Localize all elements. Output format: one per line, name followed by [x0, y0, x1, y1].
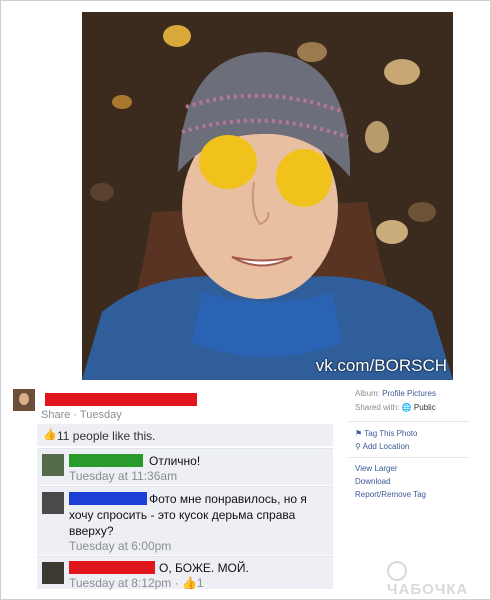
download-link[interactable]: Download: [355, 477, 391, 486]
tag-icon: ⚑: [355, 429, 363, 438]
divider: [349, 421, 469, 422]
album-label: Album:: [355, 389, 380, 398]
location-pin-icon: ⚲: [355, 442, 361, 451]
logo-circle-icon: [387, 561, 407, 581]
album-row: Album: Profile Pictures: [355, 389, 436, 398]
woman-with-leaves-image: [82, 12, 453, 380]
shared-row: Shared with: 🌐 Public: [355, 403, 436, 412]
comment-1: Отлично! Tuesday at 11:36am: [37, 448, 333, 485]
tag-photo-link[interactable]: ⚑ Tag This Photo: [355, 429, 417, 438]
commenter-avatar[interactable]: [42, 454, 64, 476]
post-photo[interactable]: vk.com/BORSCH: [82, 12, 453, 380]
photo-watermark: vk.com/BORSCH: [315, 356, 447, 375]
comment-text: Отлично!: [149, 454, 201, 468]
comment-text: Фото мне понравилось, но я хочу спросить…: [69, 492, 307, 538]
privacy-value[interactable]: Public: [414, 403, 436, 412]
redacted-commenter-name: [69, 454, 143, 467]
divider: [349, 457, 469, 458]
thumbs-up-icon: 👍: [181, 576, 197, 590]
redacted-poster-name: [45, 393, 197, 406]
site-logo: ЧАБОЧКА: [387, 561, 490, 598]
logo-text: ЧАБОЧКА: [387, 581, 469, 598]
redacted-commenter-name: [69, 561, 155, 574]
commenter-avatar[interactable]: [42, 562, 64, 584]
shared-label: Shared with:: [355, 403, 400, 412]
comment-time-text: Tuesday at 8:12pm ·: [69, 576, 182, 590]
poster-avatar[interactable]: [13, 389, 35, 411]
comment-time[interactable]: Tuesday at 8:12pm · 👍1: [69, 576, 204, 590]
comment-2: Фото мне понравилось, но я хочу спросить…: [37, 486, 333, 555]
comment-time[interactable]: Tuesday at 6:00pm: [69, 539, 171, 553]
likes-count-text: 11 people like this.: [57, 429, 156, 443]
album-link[interactable]: Profile Pictures: [382, 389, 436, 398]
post-frame: vk.com/BORSCH Share · Tuesday 👍 11 peopl…: [0, 0, 491, 600]
commenter-avatar[interactable]: [42, 492, 64, 514]
add-location-label: Add Location: [362, 442, 410, 451]
post-likes[interactable]: 👍 11 people like this.: [37, 424, 333, 446]
post-comments-panel: Share · Tuesday 👍 11 people like this. О…: [13, 383, 333, 590]
thumbs-up-icon: 👍: [43, 429, 57, 441]
comment-3: О, БОЖЕ. МОЙ. Tuesday at 8:12pm · 👍1: [37, 556, 333, 590]
report-link[interactable]: Report/Remove Tag: [355, 490, 426, 499]
comment-text: О, БОЖЕ. МОЙ.: [159, 561, 249, 575]
post-share-line: Share · Tuesday: [41, 409, 122, 421]
tag-photo-label: Tag This Photo: [364, 429, 418, 438]
comment-time[interactable]: Tuesday at 11:36am: [69, 469, 177, 483]
view-larger-link[interactable]: View Larger: [355, 464, 398, 473]
add-location-link[interactable]: ⚲ Add Location: [355, 442, 409, 451]
globe-icon: 🌐: [401, 403, 412, 412]
comment-like-count: 1: [196, 576, 204, 590]
